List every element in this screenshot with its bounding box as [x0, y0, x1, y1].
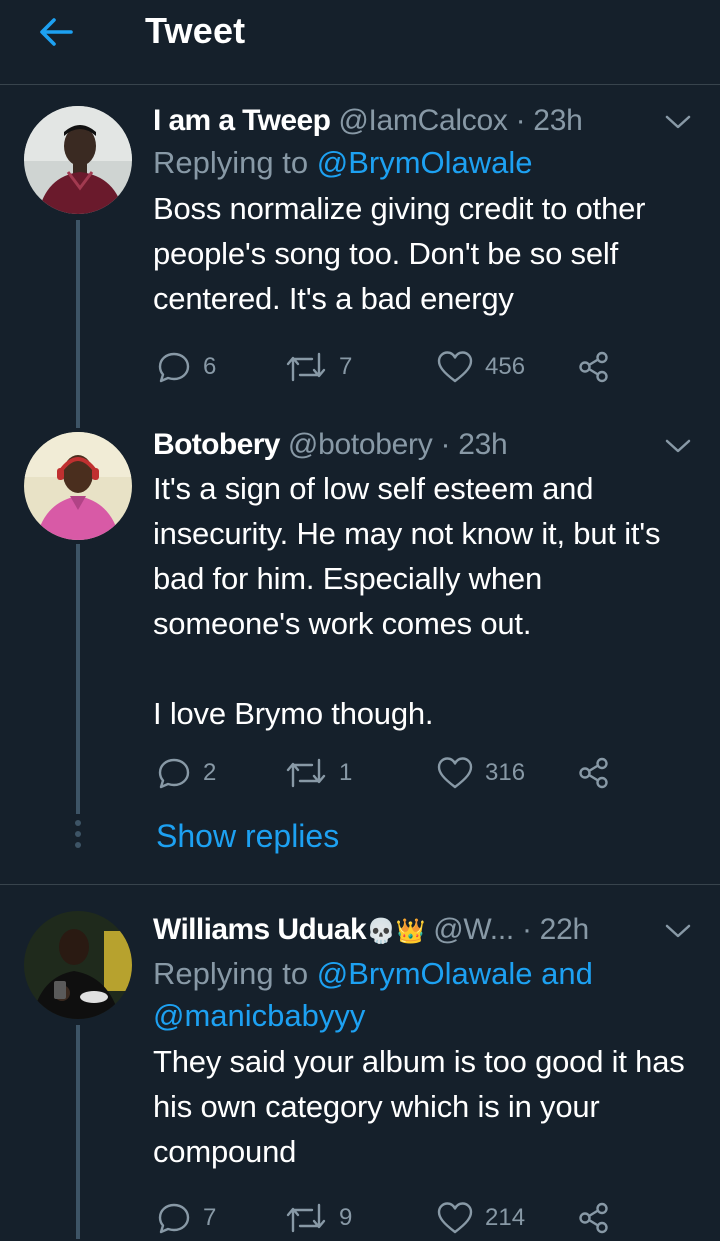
tweet-header: Williams Uduak💀👑 @W... · 22h: [153, 911, 696, 951]
replying-to: Replying to @BrymOlawale and @manicbabyy…: [153, 956, 593, 1033]
share-button[interactable]: [577, 756, 611, 790]
avatar[interactable]: [24, 911, 132, 1019]
chevron-down-icon[interactable]: [664, 436, 692, 456]
reply-icon: [158, 758, 190, 789]
reply-count: 7: [203, 1204, 217, 1231]
like-button[interactable]: 316: [437, 756, 525, 790]
retweet-count: 1: [339, 759, 353, 786]
arrow-left-icon: [40, 18, 73, 46]
heart-icon: [437, 757, 473, 789]
like-count: 456: [485, 353, 526, 380]
tweet[interactable]: Williams Uduak💀👑 @W... · 22h Replying to…: [0, 885, 720, 1239]
user-handle[interactable]: @W...: [433, 913, 514, 946]
tweet-text: It's a sign of low self esteem and insec…: [153, 471, 661, 641]
like-count: 214: [485, 1204, 526, 1231]
retweet-count: 7: [339, 353, 353, 380]
chevron-down-icon[interactable]: [664, 112, 692, 132]
reply-button[interactable]: 6: [157, 350, 216, 384]
back-button[interactable]: [32, 12, 80, 52]
thread-line: [76, 1025, 80, 1239]
reply-icon: [158, 1203, 190, 1234]
chevron-down-icon[interactable]: [664, 921, 692, 941]
like-button[interactable]: 456: [437, 350, 525, 384]
thread-dots: [74, 820, 82, 853]
display-name[interactable]: I am a Tweep: [153, 104, 331, 137]
name-emoji: 💀👑: [366, 918, 426, 945]
retweet-icon: [286, 352, 326, 382]
user-handle[interactable]: @botobery: [288, 428, 433, 461]
replying-to: Replying to @BrymOlawale: [153, 145, 533, 180]
like-count: 316: [485, 759, 526, 786]
share-icon: [579, 1202, 608, 1234]
reply-count: 2: [203, 759, 217, 786]
page-title: Tweet: [145, 10, 246, 51]
tweet-text: I love Brymo though.: [153, 696, 434, 731]
reply-button[interactable]: 2: [157, 756, 216, 790]
timestamp: · 22h: [521, 913, 589, 946]
tweet-header: Botobery @botobery · 23h: [153, 426, 696, 464]
app-header: Tweet: [0, 0, 720, 85]
share-button[interactable]: [577, 1201, 611, 1235]
display-name[interactable]: Williams Uduak: [153, 913, 367, 946]
reply-icon: [158, 352, 190, 383]
tweet-actions: 7 9 214: [153, 1201, 623, 1241]
thread-line: [76, 416, 80, 428]
display-name[interactable]: Botobery: [153, 428, 280, 461]
show-replies-link[interactable]: Show replies: [156, 818, 339, 855]
share-icon: [579, 351, 608, 383]
tweet-actions: 6 7 456: [153, 350, 623, 390]
heart-icon: [437, 351, 473, 383]
retweet-icon: [286, 758, 326, 788]
retweet-count: 9: [339, 1204, 353, 1231]
retweet-button[interactable]: 9: [285, 1201, 352, 1235]
tweet[interactable]: I am a Tweep @IamCalcox · 23h Replying t…: [0, 86, 720, 416]
reply-count: 6: [203, 353, 217, 380]
tweet-text: They said your album is too good it has …: [153, 1044, 685, 1169]
tweet-header: I am a Tweep @IamCalcox · 23h: [153, 102, 696, 140]
avatar[interactable]: [24, 432, 132, 540]
timestamp: · 23h: [440, 428, 508, 461]
avatar[interactable]: [24, 106, 132, 214]
heart-icon: [437, 1202, 473, 1234]
thread-line: [76, 220, 80, 416]
tweet[interactable]: Botobery @botobery · 23h It's a sign of …: [0, 416, 720, 880]
like-button[interactable]: 214: [437, 1201, 525, 1235]
retweet-button[interactable]: 1: [285, 756, 352, 790]
share-button[interactable]: [577, 350, 611, 384]
timestamp: · 23h: [515, 104, 583, 137]
share-icon: [579, 757, 608, 789]
reply-button[interactable]: 7: [157, 1201, 216, 1235]
tweet-text: Boss normalize giving credit to other pe…: [153, 191, 646, 316]
mention-link[interactable]: @BrymOlawale: [317, 145, 533, 180]
retweet-button[interactable]: 7: [285, 350, 352, 384]
thread-line: [76, 544, 80, 814]
user-handle[interactable]: @IamCalcox: [338, 104, 507, 137]
tweet-actions: 2 1 316: [153, 756, 623, 796]
retweet-icon: [286, 1203, 326, 1233]
